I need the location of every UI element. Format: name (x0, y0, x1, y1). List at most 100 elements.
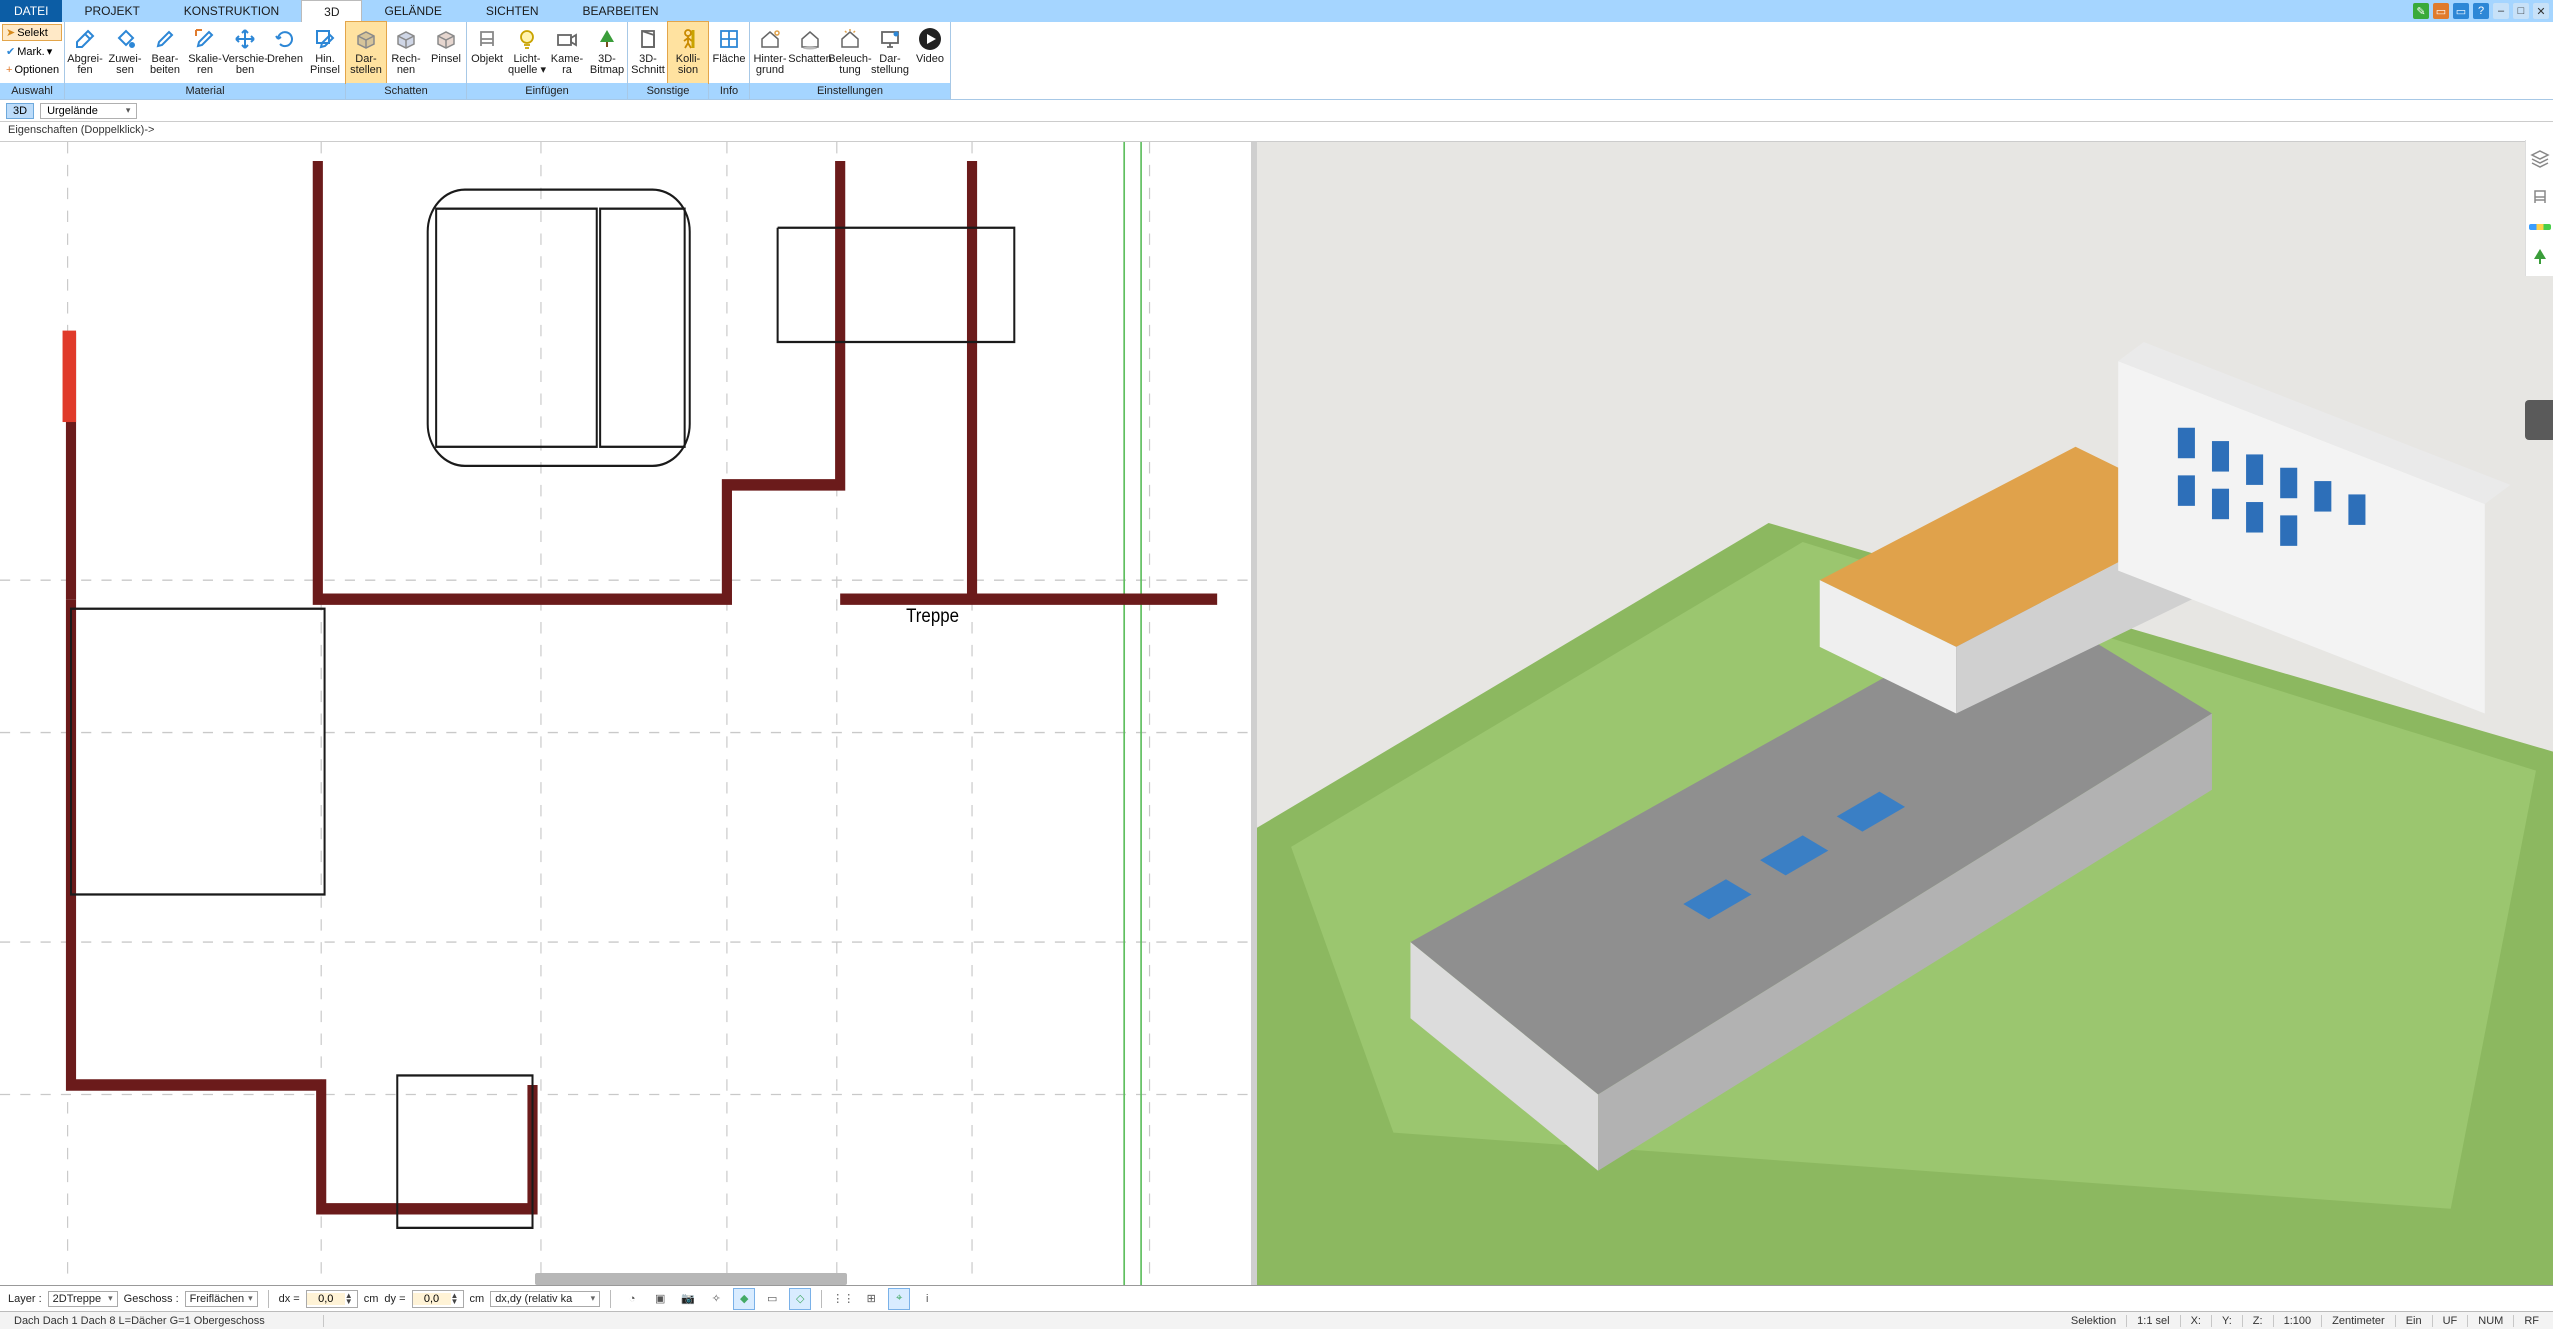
clock-icon[interactable]: ◔ (621, 1288, 643, 1310)
menu-tab-bearbeiten[interactable]: BEARBEITEN (561, 0, 681, 22)
floor-combo[interactable]: Freiflächen ▾ (185, 1291, 258, 1307)
status-num: NUM (2468, 1315, 2514, 1327)
menu-tab-3d[interactable]: 3D (301, 0, 362, 22)
options-button[interactable]: + Optionen (2, 62, 62, 78)
info-small-icon[interactable]: i (916, 1288, 938, 1310)
ribbon-pinsel-button[interactable]: Pinsel (426, 22, 466, 83)
ribbon-skalieren-label: Skalie- ren (188, 54, 222, 78)
dy-spinner-arrows[interactable]: ▲▼ (451, 1293, 463, 1305)
window-controls: ✎ ▭ ▭ ? – □ ✕ (2413, 0, 2553, 22)
view-mode-3d-button[interactable]: 3D (6, 103, 34, 119)
select-mode-button[interactable]: ➤ Selekt (2, 24, 62, 41)
ribbon-hintergrund-button[interactable]: Hinter- grund (750, 22, 790, 83)
bucket-icon (112, 26, 138, 52)
dy-spinner[interactable]: ▲▼ (412, 1290, 464, 1308)
ribbon-drehen-button[interactable]: Drehen (265, 22, 305, 83)
ribbon-hinpinsel-button[interactable]: Hin. Pinsel (305, 22, 345, 83)
dy-input[interactable] (413, 1293, 451, 1305)
ribbon-abgreifen-button[interactable]: Abgrei- fen (65, 22, 105, 83)
dy-label: dy = (384, 1293, 405, 1305)
ribbon-skalieren-button[interactable]: Skalie- ren (185, 22, 225, 83)
ribbon-flaeche-label: Fläche (712, 54, 745, 78)
ribbon-lichtquelle-button[interactable]: Licht- quelle ▾ (507, 22, 547, 83)
menu-tab-gelaende[interactable]: GELÄNDE (362, 0, 463, 22)
ribbon-bearbeiten-button[interactable]: Bear- beiten (145, 22, 185, 83)
snap-2-icon[interactable]: ▭ (761, 1288, 783, 1310)
floorplan-canvas[interactable]: Treppe (0, 142, 1251, 1285)
quick-icon-1[interactable]: ✎ (2413, 3, 2429, 19)
minimize-icon[interactable]: – (2493, 3, 2509, 19)
color-swatch-icon[interactable] (2529, 224, 2551, 230)
layers2-icon[interactable]: ✧ (705, 1288, 727, 1310)
menu-gap (681, 0, 2413, 22)
chair-icon[interactable] (2529, 186, 2551, 208)
layer-combo-value: 2DTreppe (53, 1293, 102, 1305)
ribbon-kamera-button[interactable]: Kame- ra (547, 22, 587, 83)
ribbon-kollision-button[interactable]: Kolli- sion (668, 22, 708, 83)
menu-tab-sichten[interactable]: SICHTEN (464, 0, 561, 22)
right-tool-rail (2525, 140, 2553, 276)
snapshot-icon[interactable]: ▣ (649, 1288, 671, 1310)
render-canvas[interactable] (1257, 142, 2553, 1285)
tree-icon[interactable] (2529, 246, 2551, 268)
bottom-toolbar: Layer : 2DTreppe ▾ Geschoss : Freifläche… (0, 1285, 2553, 1311)
camera2-icon[interactable]: 📷 (677, 1288, 699, 1310)
snap-3-icon[interactable]: ◇ (789, 1288, 811, 1310)
grid-dots-icon[interactable]: ⋮⋮ (832, 1288, 854, 1310)
ribbon-beleuchtung-button[interactable]: Beleuch- tung (830, 22, 870, 83)
layers-icon[interactable] (2529, 148, 2551, 170)
snap-1-icon[interactable]: ◆ (733, 1288, 755, 1310)
ribbon-video-button[interactable]: Video (910, 22, 950, 83)
terrain-combo[interactable]: Urgelände ▾ (40, 103, 137, 119)
status-unit: Zentimeter (2322, 1315, 2396, 1327)
quick-icon-3[interactable]: ▭ (2453, 3, 2469, 19)
ribbon-video-label: Video (916, 54, 944, 78)
box-calc-icon (393, 26, 419, 52)
grid-lines-icon[interactable]: ⊞ (860, 1288, 882, 1310)
scrollbar-thumb[interactable] (535, 1273, 846, 1285)
ribbon-darstellen-button[interactable]: Dar- stellen (346, 22, 386, 83)
ribbon-zuweisen-button[interactable]: Zuwei- sen (105, 22, 145, 83)
dy-unit: cm (470, 1293, 485, 1305)
floorplan-view-2d[interactable]: Treppe (0, 142, 1251, 1285)
coord-mode-combo[interactable]: dx,dy (relativ ka ▾ (490, 1291, 600, 1307)
close-icon[interactable]: ✕ (2533, 3, 2549, 19)
status-bar: Dach Dach 1 Dach 8 L=Dächer G=1 Obergesc… (0, 1311, 2553, 1329)
ribbon-schatten-set-button[interactable]: Schatten (790, 22, 830, 83)
cursor-icon: ➤ (6, 26, 15, 39)
ribbon-group-schatten: Dar- stellenRech- nenPinsel Schatten (346, 22, 467, 99)
layer-combo[interactable]: 2DTreppe ▾ (48, 1291, 118, 1307)
horizontal-scrollbar[interactable] (0, 1273, 1245, 1285)
ribbon-rechnen-button[interactable]: Rech- nen (386, 22, 426, 83)
group-label-material: Material (65, 83, 345, 99)
ribbon-darstellung-button[interactable]: Dar- stellung (870, 22, 910, 83)
ribbon-3dschnitt-button[interactable]: 3D- Schnitt (628, 22, 668, 83)
group-label-einstellungen: Einstellungen (750, 83, 950, 99)
ribbon-3dbitmap-label: 3D- Bitmap (590, 54, 624, 78)
right-drawer-handle[interactable] (2525, 400, 2553, 440)
help-icon[interactable]: ? (2473, 3, 2489, 19)
house-shadow-icon (797, 26, 823, 52)
camera-icon (554, 26, 580, 52)
ribbon-objekt-button[interactable]: Objekt (467, 22, 507, 83)
quick-icon-2[interactable]: ▭ (2433, 3, 2449, 19)
menu-tab-projekt[interactable]: PROJEKT (62, 0, 161, 22)
rotate-icon (272, 26, 298, 52)
group-label-info: Info (709, 83, 749, 99)
mark-icon: ✔ (6, 45, 15, 58)
status-y: Y: (2212, 1315, 2243, 1327)
ribbon-3dbitmap-button[interactable]: 3D- Bitmap (587, 22, 627, 83)
ruler-area-icon (716, 26, 742, 52)
ribbon-flaeche-button[interactable]: Fläche (709, 22, 749, 83)
dx-spinner[interactable]: ▲▼ (306, 1290, 358, 1308)
chevron-down-icon: ▾ (248, 1293, 253, 1304)
render-view-3d[interactable] (1257, 142, 2553, 1285)
mark-mode-button[interactable]: ✔ Mark. ▾ (2, 43, 62, 60)
menu-file[interactable]: DATEI (0, 0, 62, 22)
maximize-icon[interactable]: □ (2513, 3, 2529, 19)
dx-spinner-arrows[interactable]: ▲▼ (345, 1293, 357, 1305)
dx-input[interactable] (307, 1293, 345, 1305)
origin-icon[interactable]: ⌖ (888, 1288, 910, 1310)
menu-tab-konstruktion[interactable]: KONSTRUKTION (162, 0, 301, 22)
ribbon-verschieben-button[interactable]: Verschie- ben (225, 22, 265, 83)
